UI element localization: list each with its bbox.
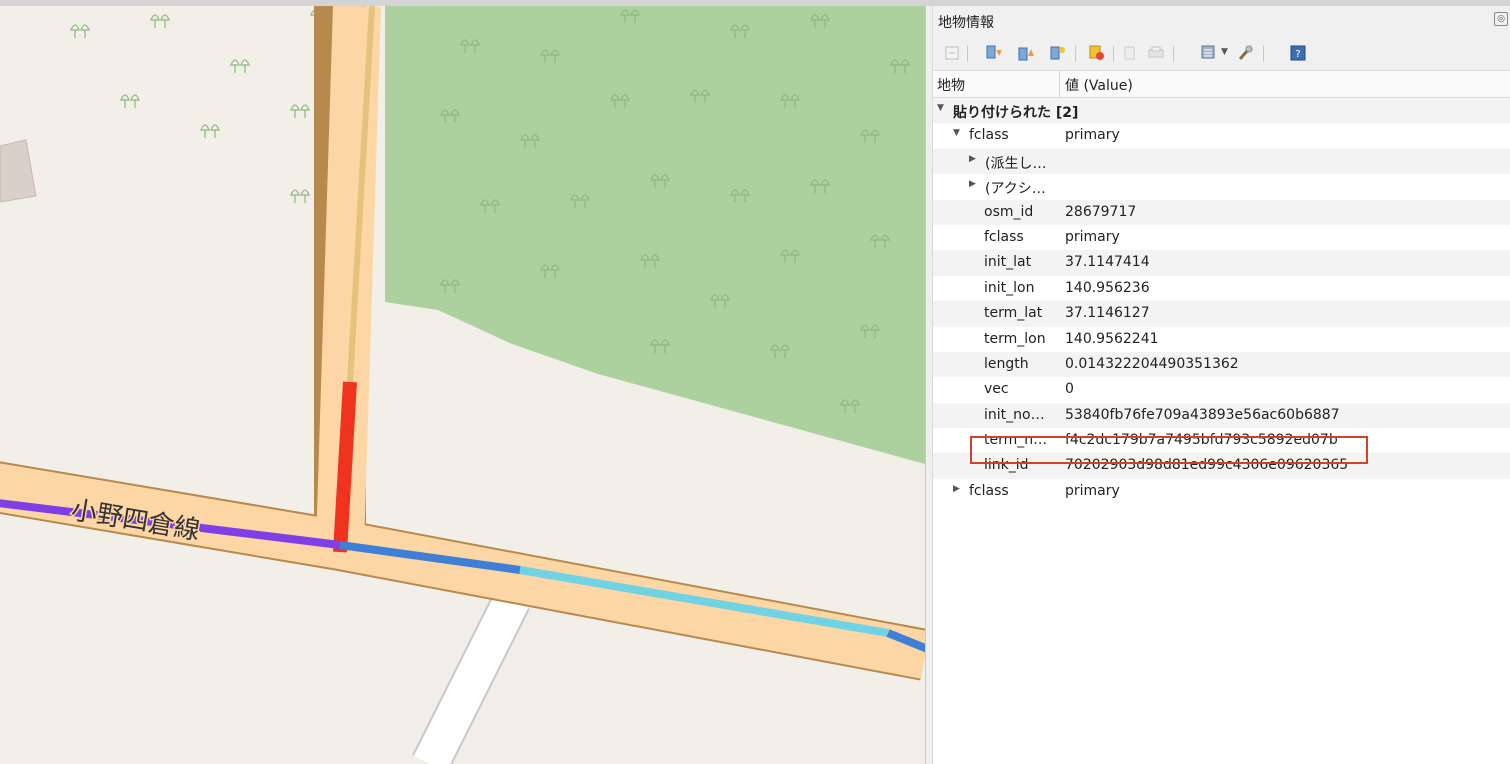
row-value: 37.1146127 <box>1065 305 1150 322</box>
layer-label: 貼り付けられた [2] <box>953 105 1079 121</box>
row-value: 140.9562241 <box>1065 330 1159 347</box>
row-key: (アクシ… <box>985 181 1046 198</box>
results-column-header: 地物 値 (Value) <box>933 71 1510 98</box>
attribute-row[interactable]: length 0.014322204490351362 <box>933 351 1510 378</box>
map-svg[interactable]: 小野四倉線 <box>0 6 925 764</box>
row-value: 140.956236 <box>1065 279 1150 296</box>
row-key: vec <box>984 381 1009 398</box>
help-icon[interactable]: ? <box>1289 44 1307 62</box>
row-value: 0.014322204490351362 <box>1065 355 1239 372</box>
selected-link-segment[interactable] <box>333 381 357 553</box>
attribute-row[interactable]: term_lon 140.9562241 <box>933 327 1510 352</box>
collapse-arrow-icon[interactable]: ▶ <box>969 154 976 164</box>
attribute-row[interactable]: init_lon 140.956236 <box>933 276 1510 301</box>
svg-text:?: ? <box>1295 49 1300 60</box>
value-column-header[interactable]: 値 (Value) <box>1065 75 1133 95</box>
panel-toolbar: ▼ ? <box>933 36 1510 71</box>
wrench-icon[interactable] <box>1236 44 1254 62</box>
attribute-row[interactable]: term_lat 37.1146127 <box>933 301 1510 327</box>
row-key: term_lon <box>984 330 1046 347</box>
row-key: init_lat <box>984 254 1032 271</box>
tree-row-actions[interactable]: ▶ (アクシ… <box>933 174 1510 199</box>
feature-column-header[interactable]: 地物 <box>937 75 965 95</box>
expand-arrow-icon[interactable]: ▼ <box>937 103 944 113</box>
panel-splitter[interactable] <box>925 6 933 764</box>
row-value: primary <box>1065 127 1120 144</box>
collapse-arrow-icon[interactable]: ▶ <box>969 179 976 189</box>
row-value: 53840fb76fe709a43893e56ac60b6887 <box>1065 406 1340 423</box>
row-value: primary <box>1065 482 1120 499</box>
row-key: init_no… <box>984 406 1045 423</box>
float-panel-icon[interactable]: ◎ <box>1494 12 1508 26</box>
clear-results-icon[interactable] <box>1088 44 1106 62</box>
chevron-down-icon[interactable]: ▼ <box>1221 47 1228 57</box>
row-key: term_lat <box>984 305 1043 322</box>
attribute-row[interactable]: init_lat 37.1147414 <box>933 250 1510 276</box>
tree-row-feature[interactable]: ▼ fclass primary <box>933 123 1510 148</box>
row-value: 28679717 <box>1065 203 1137 220</box>
row-key: fclass <box>969 482 1009 499</box>
row-key: init_lon <box>984 279 1035 296</box>
row-value: primary <box>1065 228 1120 245</box>
map-canvas[interactable]: 小野四倉線 <box>0 6 925 764</box>
identify-settings-icon[interactable] <box>1200 44 1218 62</box>
panel-header: 地物情報 ◎ <box>933 6 1510 36</box>
row-value: 37.1147414 <box>1065 254 1150 271</box>
expand-new-results-icon[interactable] <box>1049 44 1067 62</box>
print-icon[interactable] <box>1147 44 1165 62</box>
expand-all-icon[interactable] <box>985 44 1003 62</box>
copy-feature-icon[interactable] <box>1121 44 1139 62</box>
row-key: fclass <box>984 228 1024 245</box>
tree-row-feature[interactable]: ▶ fclass primary <box>933 479 1510 504</box>
tree-row-layer[interactable]: ▼ 貼り付けられた [2] <box>933 98 1510 124</box>
row-value: 0 <box>1065 381 1074 398</box>
row-key: fclass <box>969 127 1009 144</box>
row-key: length <box>984 355 1029 372</box>
attribute-row[interactable]: init_no… 53840fb76fe709a43893e56ac60b688… <box>933 402 1510 429</box>
row-key: osm_id <box>984 203 1034 220</box>
collapse-arrow-icon[interactable]: ▶ <box>953 484 960 494</box>
highlight-annotation-box <box>970 436 1368 464</box>
expand-tree-icon[interactable] <box>943 44 961 62</box>
expand-arrow-icon[interactable]: ▼ <box>953 128 960 138</box>
panel-title: 地物情報 <box>938 15 994 31</box>
identify-results-panel: 地物情報 ◎ ▼ ? 地物 値 (Value) ▼ 貼り付けられた [2] ▼ … <box>933 6 1510 764</box>
row-key: (派生し… <box>985 155 1047 172</box>
attribute-row[interactable]: osm_id 28679717 <box>933 199 1510 225</box>
attribute-row[interactable]: fclass primary <box>933 225 1510 250</box>
collapse-all-icon[interactable] <box>1017 44 1035 62</box>
tree-row-derived[interactable]: ▶ (派生し… <box>933 148 1510 175</box>
attribute-row[interactable]: vec 0 <box>933 377 1510 402</box>
